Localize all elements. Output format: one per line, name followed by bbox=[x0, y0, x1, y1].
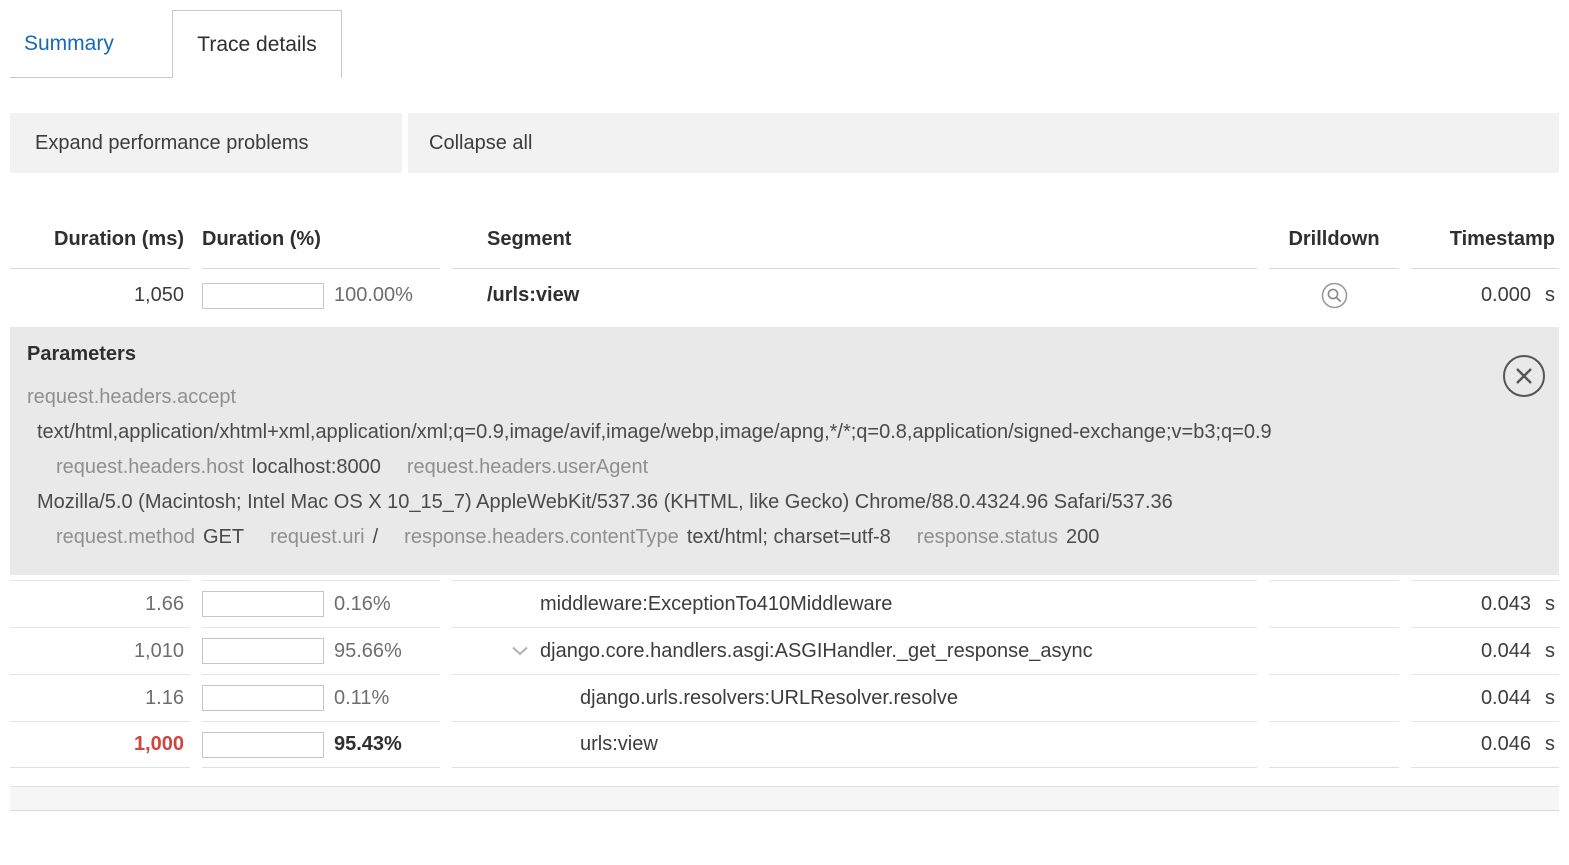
timestamp-unit: s bbox=[1545, 639, 1555, 662]
timestamp-value: 0.043 bbox=[1480, 592, 1531, 615]
magnifier-icon[interactable] bbox=[1321, 282, 1348, 309]
duration-percent-label: 100.00% bbox=[334, 284, 413, 306]
segment-name[interactable]: urls:view bbox=[452, 721, 1257, 768]
duration-percent-label: 95.43% bbox=[334, 733, 402, 755]
col-header-drilldown: Drilldown bbox=[1269, 173, 1399, 269]
parameters-title: Parameters bbox=[27, 343, 136, 365]
table-header-row: Duration (ms) Duration (%) Segment Drill… bbox=[10, 173, 1559, 269]
tab-bar-spacer bbox=[342, 10, 1559, 78]
expand-performance-problems-button[interactable]: Expand performance problems bbox=[10, 113, 402, 173]
timestamp-unit: s bbox=[1545, 592, 1555, 615]
table-row[interactable]: 1,010 95.66% django.core.handlers.asgi:A… bbox=[10, 627, 1559, 674]
tab-trace-details[interactable]: Trace details bbox=[172, 10, 342, 78]
col-header-timestamp: Timestamp bbox=[1411, 173, 1559, 269]
param-value-host: localhost:8000 bbox=[251, 456, 381, 478]
segment-name[interactable]: django.core.handlers.asgi:ASGIHandler._g… bbox=[452, 627, 1257, 674]
chevron-down-icon[interactable] bbox=[512, 646, 532, 656]
drilldown-cell bbox=[1269, 627, 1399, 674]
param-value-useragent: Mozilla/5.0 (Macintosh; Intel Mac OS X 1… bbox=[37, 491, 1173, 513]
next-panel-strip bbox=[10, 786, 1559, 811]
parameters-panel: Parameters request.headers.accept text/h… bbox=[10, 327, 1559, 575]
duration-percent-cell: 95.43% bbox=[202, 721, 440, 768]
param-key-method: request.method bbox=[56, 526, 195, 548]
timestamp-cell: 0.000 s bbox=[1411, 269, 1559, 322]
drilldown-cell bbox=[1269, 721, 1399, 768]
collapse-all-button[interactable]: Collapse all bbox=[408, 113, 1559, 173]
col-header-duration-pct: Duration (%) bbox=[202, 173, 440, 269]
segment-name[interactable]: django.urls.resolvers:URLResolver.resolv… bbox=[452, 674, 1257, 721]
duration-bar bbox=[202, 591, 324, 617]
timestamp-unit: s bbox=[1545, 686, 1555, 709]
toolbar: Expand performance problems Collapse all bbox=[10, 113, 1559, 173]
timestamp-cell: 0.044 s bbox=[1411, 674, 1559, 721]
duration-percent-cell: 95.66% bbox=[202, 627, 440, 674]
duration-percent-label: 95.66% bbox=[334, 639, 402, 662]
param-key-contenttype: response.headers.contentType bbox=[404, 526, 679, 548]
param-key-uri: request.uri bbox=[270, 526, 365, 548]
tab-bar: Summary Trace details bbox=[10, 10, 1559, 78]
param-value-uri: / bbox=[372, 526, 379, 548]
duration-value: 1,000 bbox=[10, 721, 190, 768]
param-key-status: response.status bbox=[916, 526, 1058, 548]
close-parameters-button[interactable] bbox=[1503, 355, 1545, 397]
timestamp-value: 0.044 bbox=[1480, 639, 1531, 662]
segment-name[interactable]: /urls:view bbox=[452, 269, 1257, 322]
param-value-method: GET bbox=[202, 526, 245, 548]
table-row-highlighted[interactable]: 1,000 95.43% urls:view 0.046 s bbox=[10, 721, 1559, 768]
timestamp-value: 0.000 bbox=[1480, 284, 1531, 306]
timestamp-value: 0.044 bbox=[1480, 686, 1531, 709]
param-value-contenttype: text/html; charset=utf-8 bbox=[686, 526, 891, 548]
table-row[interactable]: 1.66 0.16% middleware:ExceptionTo410Midd… bbox=[10, 580, 1559, 627]
duration-percent-label: 0.16% bbox=[334, 592, 391, 615]
segment-rows: 1.66 0.16% middleware:ExceptionTo410Midd… bbox=[10, 580, 1559, 768]
duration-bar bbox=[202, 638, 324, 664]
duration-percent-label: 0.11% bbox=[334, 686, 390, 709]
timestamp-unit: s bbox=[1545, 733, 1555, 755]
duration-bar bbox=[202, 685, 324, 711]
tab-summary-container: Summary bbox=[10, 10, 172, 78]
table-row[interactable]: 1.16 0.11% django.urls.resolvers:URLReso… bbox=[10, 674, 1559, 721]
duration-value: 1.16 bbox=[10, 674, 190, 721]
duration-value: 1,050 bbox=[133, 284, 184, 306]
tab-summary[interactable]: Summary bbox=[24, 32, 114, 56]
duration-percent-cell: 0.11% bbox=[202, 674, 440, 721]
timestamp-cell: 0.046 s bbox=[1411, 721, 1559, 768]
trace-details-page: Summary Trace details Expand performance… bbox=[0, 10, 1569, 811]
param-key-accept: request.headers.accept bbox=[27, 386, 237, 408]
timestamp-value: 0.046 bbox=[1480, 733, 1531, 755]
segment-name[interactable]: middleware:ExceptionTo410Middleware bbox=[452, 580, 1257, 627]
col-header-segment: Segment bbox=[452, 173, 1257, 269]
param-line-host-useragent: request.headers.host localhost:8000 reques… bbox=[27, 450, 1489, 485]
timestamp-unit: s bbox=[1545, 284, 1555, 306]
drilldown-cell bbox=[1269, 674, 1399, 721]
close-icon bbox=[1516, 368, 1532, 384]
timestamp-cell: 0.044 s bbox=[1411, 627, 1559, 674]
col-header-duration-ms: Duration (ms) bbox=[10, 173, 190, 269]
duration-percent-cell: 0.16% bbox=[202, 580, 440, 627]
param-value-status: 200 bbox=[1066, 526, 1100, 548]
timestamp-cell: 0.043 s bbox=[1411, 580, 1559, 627]
duration-bar bbox=[202, 731, 324, 758]
drilldown-cell bbox=[1269, 269, 1399, 322]
duration-percent-cell: 100.00% bbox=[202, 269, 440, 322]
duration-value: 1,010 bbox=[10, 627, 190, 674]
param-key-useragent: request.headers.userAgent bbox=[406, 456, 649, 478]
param-line-request-response: request.method GET request.uri / response.he… bbox=[27, 520, 1489, 555]
duration-value: 1.66 bbox=[10, 580, 190, 627]
param-value-accept: text/html,application/xhtml+xml,applicat… bbox=[37, 421, 1272, 443]
duration-bar bbox=[202, 282, 324, 309]
drilldown-cell bbox=[1269, 580, 1399, 627]
table-row[interactable]: 1,050 100.00% /urls:view 0.000 s bbox=[10, 269, 1559, 322]
param-key-host: request.headers.host bbox=[56, 456, 244, 478]
